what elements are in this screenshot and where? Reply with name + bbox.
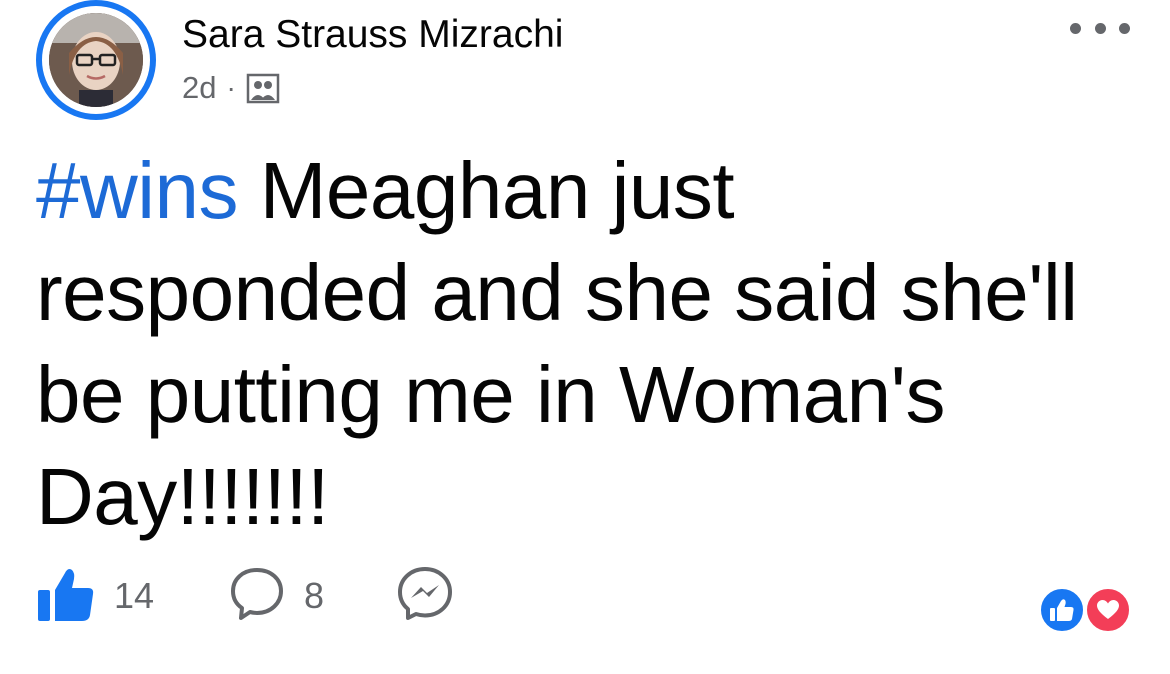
reaction-summary[interactable] [1038,586,1136,636]
like-button[interactable]: 14 [36,565,154,628]
messenger-share-button[interactable] [396,565,454,628]
avatar[interactable] [36,0,156,120]
more-options-icon[interactable] [1070,16,1130,40]
messenger-icon [396,565,454,628]
facebook-post: Sara Strauss Mizrachi 2d · #wins Meaghan… [0,0,1170,674]
post-meta: 2d · [182,66,282,110]
comment-count: 8 [304,575,325,616]
like-reaction-icon [1038,586,1086,634]
group-audience-icon [246,72,282,104]
love-reaction-icon [1084,586,1132,634]
author-name[interactable]: Sara Strauss Mizrachi [182,12,563,58]
post-timestamp[interactable]: 2d [182,70,216,106]
post-text: #wins Meaghan just responded and she sai… [36,140,1116,548]
profile-photo [49,13,143,107]
thumbs-up-icon [36,565,96,628]
comment-button[interactable]: 8 [228,566,324,627]
meta-separator: · [226,72,236,103]
hashtag-link[interactable]: #wins [36,146,239,235]
comment-bubble-icon [228,566,286,627]
like-count: 14 [114,575,155,616]
post-actions: 14 8 [36,566,454,626]
